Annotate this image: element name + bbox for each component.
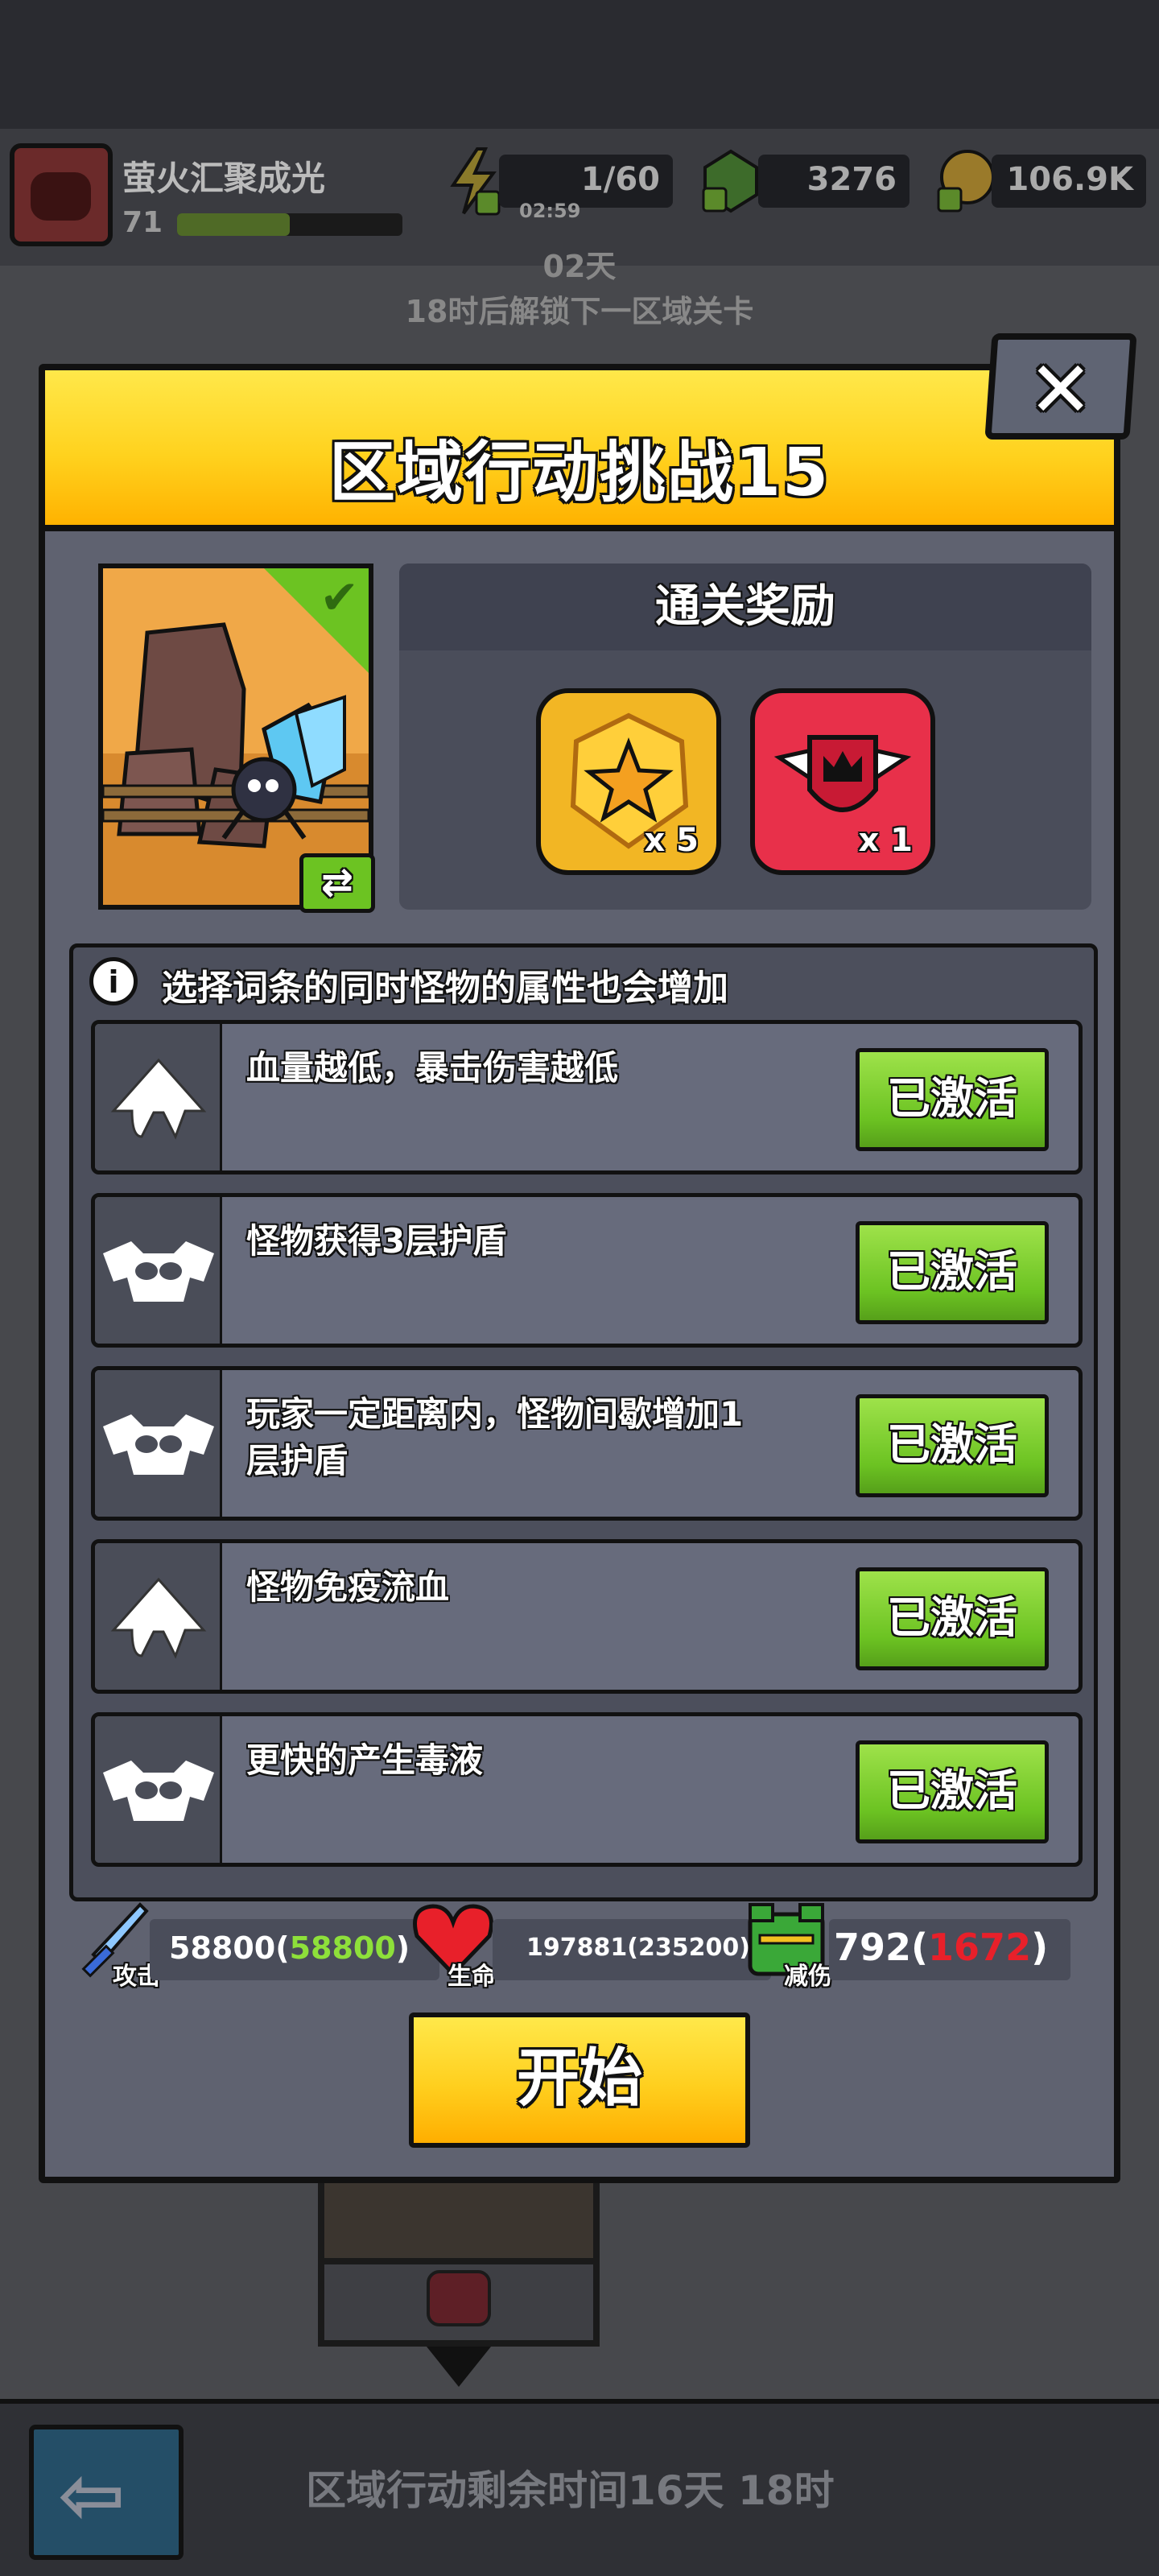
gem-value: 3276 <box>806 161 897 198</box>
close-icon: ✕ <box>1028 345 1093 435</box>
activated-button[interactable]: 已激活 <box>856 1394 1049 1497</box>
gem-icon[interactable] <box>699 145 763 217</box>
affix-row[interactable]: 怪物获得3层护盾 已激活 <box>91 1193 1083 1348</box>
energy-value: 1/60 <box>580 161 660 198</box>
affix-icon-box <box>95 1716 222 1863</box>
life-stat: 197881(235200) <box>493 1919 771 1980</box>
close-button[interactable]: ✕ <box>984 333 1137 440</box>
reward-crown-badge[interactable]: x 1 <box>750 688 935 875</box>
lightning-icon[interactable] <box>441 145 505 217</box>
affix-icon-box <box>95 1197 222 1344</box>
reduce-stat: 792(1672) <box>829 1919 1070 1980</box>
affix-icon-box <box>95 1370 222 1517</box>
bat-skull-icon <box>103 1414 214 1475</box>
affix-row[interactable]: 怪物免疫流血 已激活 <box>91 1539 1083 1694</box>
attack-stat: 58800(58800) <box>150 1919 439 1980</box>
modal-title: 区域行动挑战15 <box>328 435 831 511</box>
affix-icon-box <box>95 1024 222 1170</box>
affix-text: 怪物获得3层护盾 <box>246 1221 507 1261</box>
affix-text: 更快的产生毒液 <box>246 1740 484 1780</box>
player-level: 71 <box>122 206 163 239</box>
activated-button[interactable]: 已激活 <box>856 1221 1049 1324</box>
unlock-days: 02天 <box>542 249 617 284</box>
reward-count: x 1 <box>858 822 913 859</box>
reward-count: x 5 <box>644 822 699 859</box>
map-node-badge-icon <box>427 2270 491 2326</box>
reward-header: 通关奖励 <box>399 564 1091 650</box>
attack-value: 58800(58800) <box>169 1930 410 1966</box>
check-icon: ✔ <box>320 570 359 625</box>
affix-icon-box <box>95 1543 222 1690</box>
affix-panel: i 选择词条的同时怪物的属性也会增加 血量越低，暴击伤害越低 已激活 怪物获得3… <box>69 943 1098 1901</box>
affix-text: 怪物免疫流血 <box>246 1567 450 1607</box>
map-pointer-icon <box>427 2347 491 2387</box>
start-button[interactable]: 开始 <box>409 2013 750 2148</box>
gold-value: 106.9K <box>1006 161 1133 198</box>
reward-star-badge[interactable]: x 5 <box>536 688 721 875</box>
challenge-modal: 区域行动挑战15 ✔ ⇄ 通关奖励 x 5 x 1 i 选择词条的同时怪物的属性… <box>39 364 1120 2183</box>
activated-button[interactable]: 已激活 <box>856 1740 1049 1843</box>
affix-text: 血量越低，暴击伤害越低 <box>246 1048 619 1088</box>
affix-row[interactable]: 血量越低，暴击伤害越低 已激活 <box>91 1020 1083 1174</box>
bat-skull-icon <box>103 1241 214 1302</box>
affix-row[interactable]: 玩家一定距离内，怪物间歇增加1层护盾 已激活 <box>91 1366 1083 1521</box>
swap-level-button[interactable]: ⇄ <box>299 853 375 913</box>
energy-timer: 02:59 <box>519 200 581 222</box>
gold-counter: 106.9K <box>992 155 1146 208</box>
info-icon[interactable]: i <box>89 957 138 1005</box>
up-arrow-icon <box>110 1577 207 1659</box>
modal-header: 区域行动挑战15 <box>45 370 1114 531</box>
life-value: 197881(235200) <box>526 1934 750 1962</box>
xp-fill <box>177 213 290 236</box>
ninja-face-icon <box>31 172 91 221</box>
life-label: 生命 <box>448 1963 496 1991</box>
reduce-label: 减伤 <box>784 1963 832 1991</box>
back-button[interactable]: ⇦ <box>29 2425 184 2560</box>
back-arrow-icon: ⇦ <box>58 2448 126 2542</box>
affix-text: 玩家一定距离内，怪物间歇增加1层护盾 <box>246 1394 744 1480</box>
affix-row[interactable]: 更快的产生毒液 已激活 <box>91 1712 1083 1867</box>
reduce-value: 792(1672) <box>834 1926 1049 1969</box>
reward-panel: 通关奖励 x 5 x 1 <box>399 564 1091 910</box>
activated-button[interactable]: 已激活 <box>856 1048 1049 1151</box>
gem-counter: 3276 <box>758 155 909 208</box>
activated-button[interactable]: 已激活 <box>856 1567 1049 1670</box>
avatar[interactable] <box>10 143 113 246</box>
gold-coin-icon[interactable] <box>934 145 998 217</box>
remaining-time: 区域行动剩余时间16天 18时 <box>306 2467 835 2514</box>
unlock-text: 18时后解锁下一区域关卡 <box>405 294 754 329</box>
xp-bar <box>177 213 402 236</box>
up-arrow-icon <box>110 1058 207 1140</box>
player-name: 萤火汇聚成光 <box>122 159 326 198</box>
affix-description: 选择词条的同时怪物的属性也会增加 <box>162 968 728 1009</box>
bat-skull-icon <box>103 1761 214 1821</box>
